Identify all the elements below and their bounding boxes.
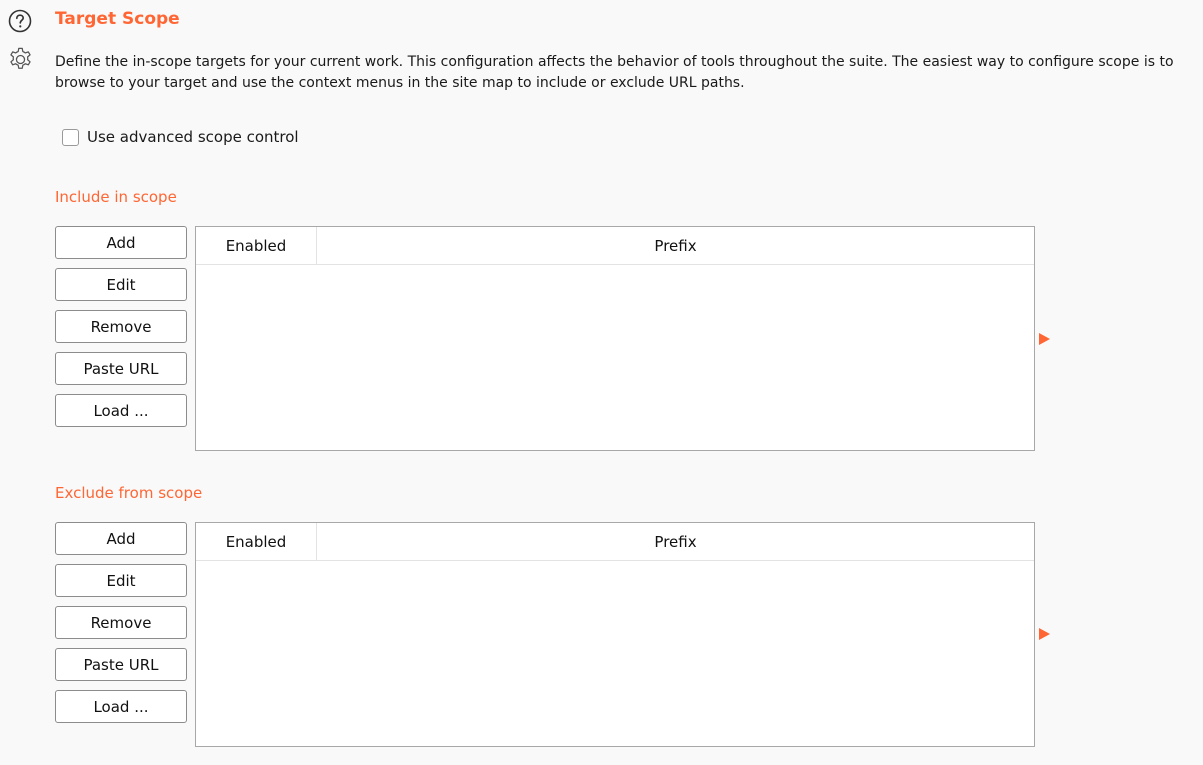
- exclude-section-label: Exclude from scope: [55, 484, 203, 502]
- include-scope-table[interactable]: Enabled Prefix: [195, 226, 1035, 451]
- exclude-paste-url-button[interactable]: Paste URL: [55, 648, 187, 681]
- exclude-add-button[interactable]: Add: [55, 522, 187, 555]
- advanced-scope-control[interactable]: Use advanced scope control: [62, 128, 299, 146]
- exclude-column-prefix[interactable]: Prefix: [317, 523, 1034, 560]
- exclude-load-button[interactable]: Load ...: [55, 690, 187, 723]
- page-title: Target Scope: [55, 9, 180, 29]
- include-edit-button[interactable]: Edit: [55, 268, 187, 301]
- exclude-scope-table[interactable]: Enabled Prefix: [195, 522, 1035, 747]
- include-paste-url-button[interactable]: Paste URL: [55, 352, 187, 385]
- include-remove-button[interactable]: Remove: [55, 310, 187, 343]
- exclude-table-header: Enabled Prefix: [196, 523, 1034, 561]
- include-expand-arrow-icon[interactable]: [1039, 333, 1050, 345]
- include-column-enabled[interactable]: Enabled: [196, 227, 317, 264]
- exclude-expand-arrow-icon[interactable]: [1039, 628, 1050, 640]
- exclude-edit-button[interactable]: Edit: [55, 564, 187, 597]
- include-column-prefix[interactable]: Prefix: [317, 227, 1034, 264]
- page-description: Define the in-scope targets for your cur…: [55, 54, 1174, 91]
- exclude-column-enabled[interactable]: Enabled: [196, 523, 317, 560]
- include-load-button[interactable]: Load ...: [55, 394, 187, 427]
- help-icon[interactable]: [8, 9, 32, 33]
- include-section-label: Include in scope: [55, 188, 177, 206]
- advanced-scope-label: Use advanced scope control: [87, 128, 299, 146]
- include-add-button[interactable]: Add: [55, 226, 187, 259]
- include-table-header: Enabled Prefix: [196, 227, 1034, 265]
- target-scope-panel: Target Scope Define the in-scope targets…: [0, 0, 1203, 765]
- advanced-scope-checkbox[interactable]: [62, 128, 79, 146]
- gear-icon[interactable]: [7, 46, 34, 73]
- exclude-remove-button[interactable]: Remove: [55, 606, 187, 639]
